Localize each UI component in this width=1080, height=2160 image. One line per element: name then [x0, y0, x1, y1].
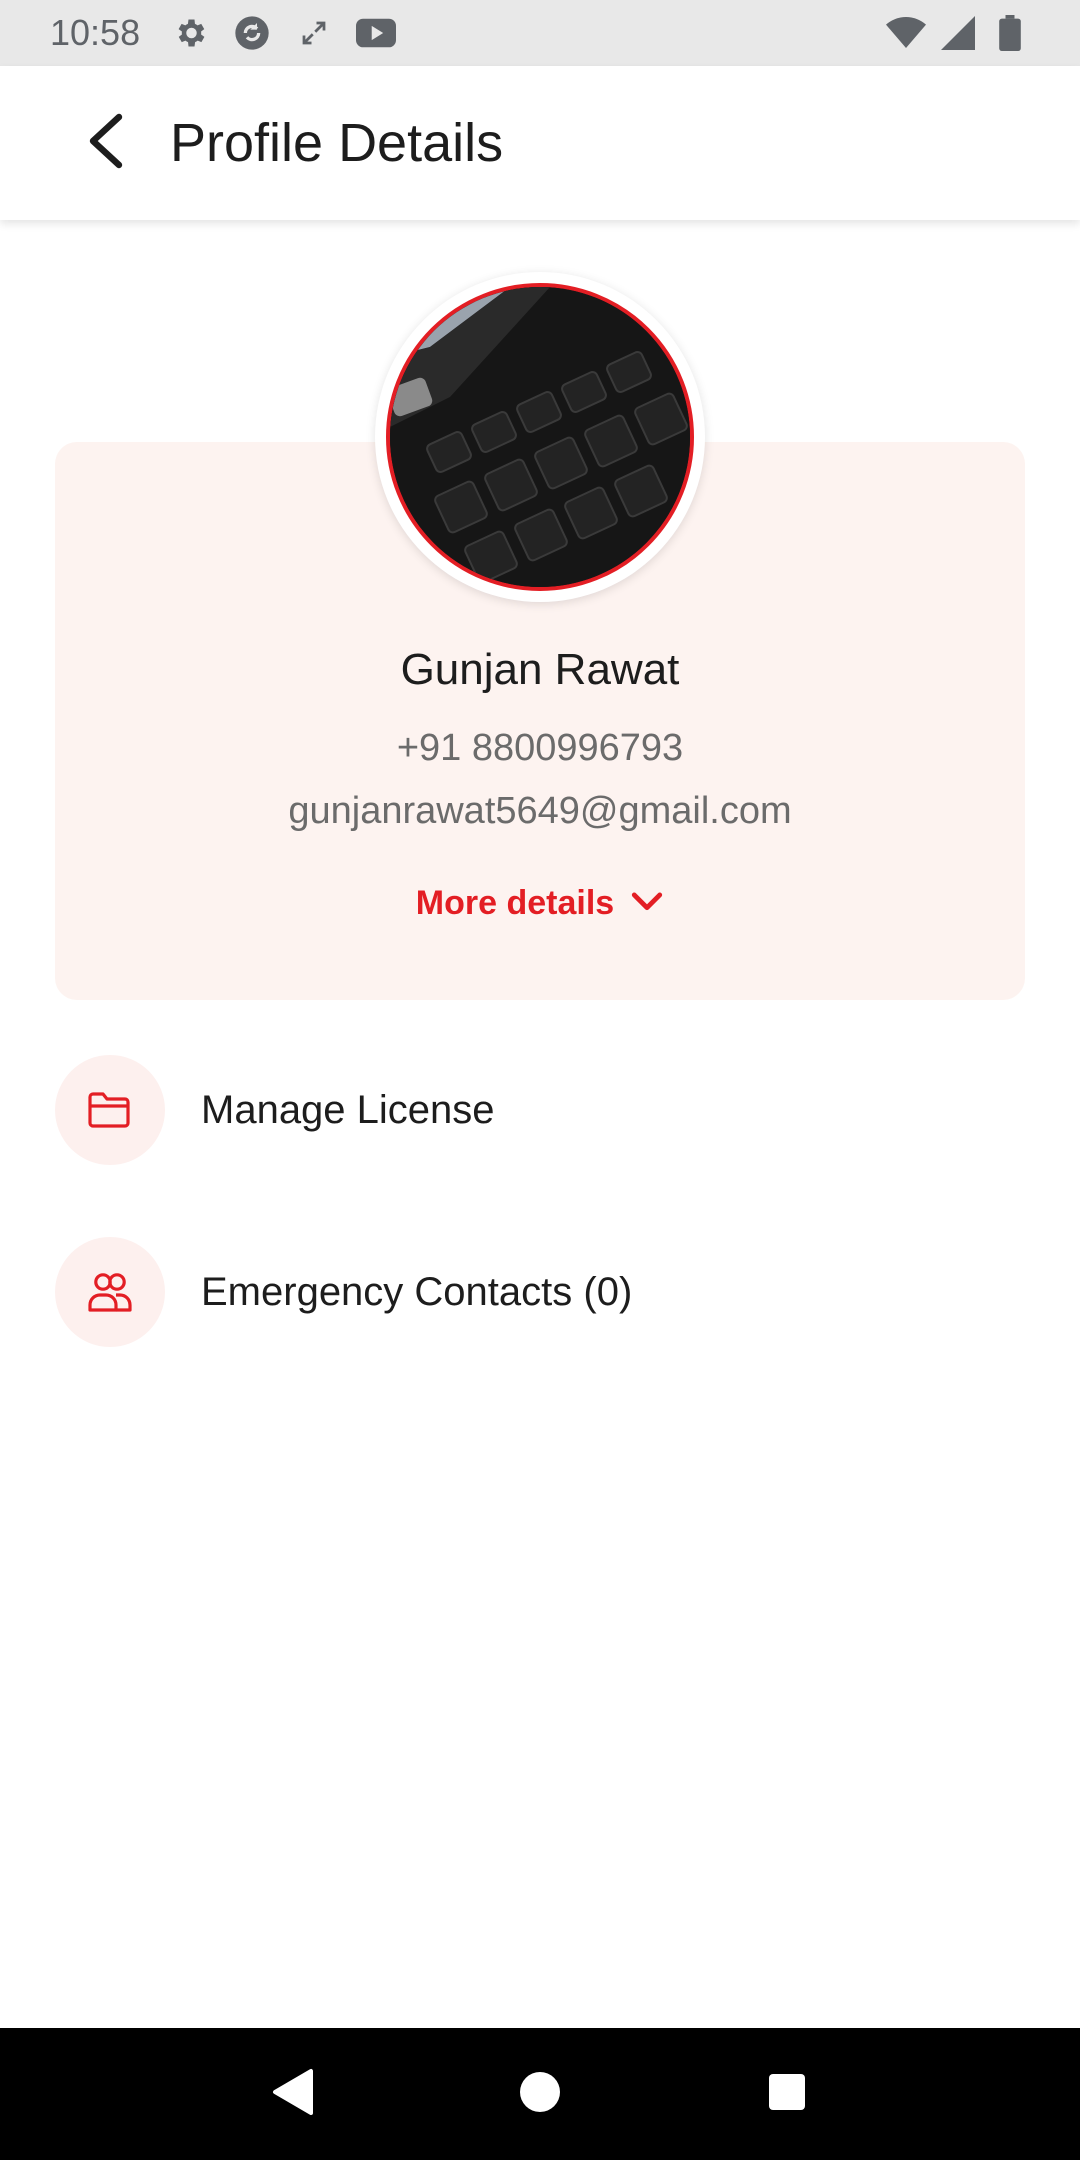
back-button[interactable] [60, 98, 150, 188]
status-icons-left [170, 13, 397, 53]
menu-item-emergency-contacts[interactable]: Emergency Contacts (0) [55, 1237, 1025, 1347]
system-nav-bar [0, 2028, 1080, 2160]
home-circle-icon [518, 2070, 562, 2119]
profile-details-screen: 10:58 Profile Details Gunjan Rawat +91 8… [0, 0, 1080, 2160]
avatar [386, 283, 694, 591]
profile-photo [390, 287, 690, 587]
back-triangle-icon [271, 2067, 315, 2122]
nav-recents-button[interactable] [747, 2054, 827, 2134]
signal-icon [938, 13, 978, 53]
more-details-button[interactable]: More details [0, 884, 1080, 923]
sync-icon [232, 13, 272, 53]
menu-item-label: Emergency Contacts (0) [201, 1269, 633, 1314]
back-arrow-icon [83, 111, 127, 176]
user-email: gunjanrawat5649@gmail.com [288, 790, 792, 832]
nav-back-button[interactable] [253, 2054, 333, 2134]
folder-icon [55, 1055, 165, 1165]
chevron-down-icon [630, 884, 664, 923]
youtube-icon [356, 13, 397, 53]
menu-item-label: Manage License [201, 1087, 495, 1132]
recents-square-icon [767, 2072, 807, 2117]
page-title: Profile Details [170, 113, 504, 173]
user-phone: +91 8800996793 [396, 727, 684, 769]
status-icons-right [886, 13, 1030, 53]
user-name: Gunjan Rawat [400, 645, 680, 694]
battery-icon [990, 13, 1030, 53]
avatar-container[interactable] [375, 272, 705, 602]
app-bar: Profile Details [0, 66, 1080, 220]
expand-icon [294, 13, 334, 53]
menu-item-manage-license[interactable]: Manage License [55, 1055, 1025, 1165]
gear-icon [170, 13, 210, 53]
status-time: 10:58 [50, 12, 141, 53]
nav-home-button[interactable] [500, 2054, 580, 2134]
wifi-icon [886, 13, 926, 53]
people-icon [55, 1237, 165, 1347]
more-details-label: More details [415, 884, 615, 922]
status-bar: 10:58 [0, 0, 1080, 66]
